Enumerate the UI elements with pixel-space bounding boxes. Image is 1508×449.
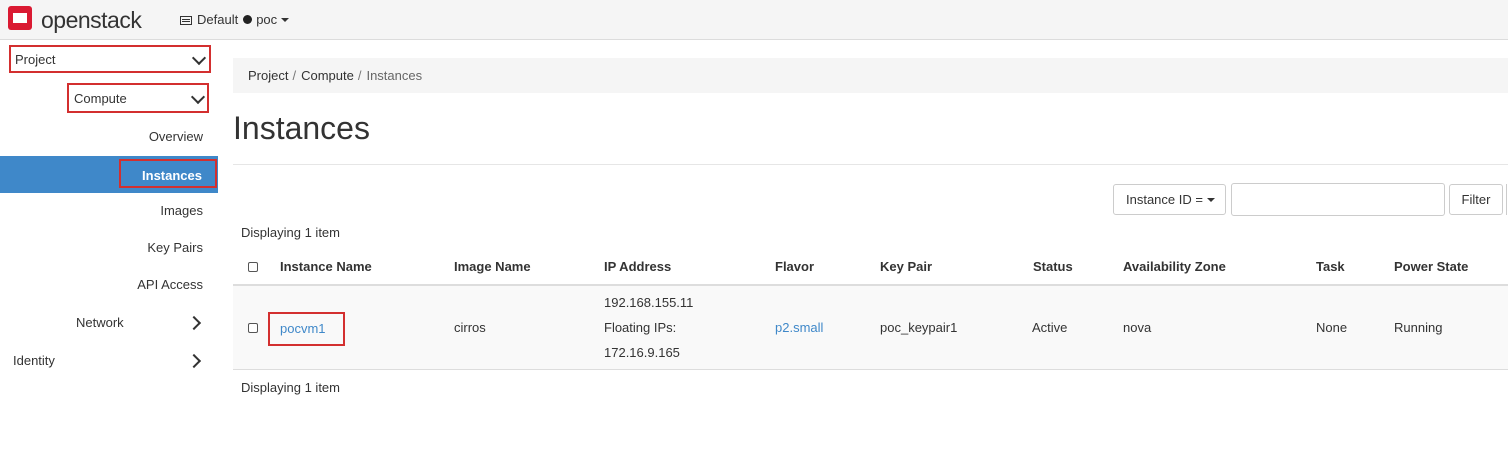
openstack-logo-icon: [8, 6, 32, 30]
filter-button[interactable]: Filter: [1449, 184, 1503, 215]
title-divider: [233, 164, 1508, 165]
chevron-right-icon: [186, 315, 202, 331]
sidebar-compute-label: Compute: [74, 91, 127, 106]
chevron-right-icon: [186, 353, 202, 369]
sidebar-network-label: Network: [76, 315, 124, 330]
column-header-power-state[interactable]: Power State: [1394, 259, 1468, 274]
column-header-task[interactable]: Task: [1316, 259, 1345, 274]
sidebar-item-key-pairs[interactable]: Key Pairs: [147, 240, 203, 255]
cell-key-pair: poc_keypair1: [880, 320, 958, 335]
breadcrumb-current: Instances: [366, 68, 423, 83]
sidebar-identity-label: Identity: [13, 353, 55, 368]
column-header-image-name[interactable]: Image Name: [454, 259, 531, 274]
cell-status: Active: [1032, 320, 1068, 335]
column-header-instance-name[interactable]: Instance Name: [280, 259, 372, 274]
filter-field-label: Instance ID =: [1126, 192, 1203, 207]
column-header-flavor[interactable]: Flavor: [775, 259, 814, 274]
instance-name-link[interactable]: pocvm1: [268, 312, 345, 346]
column-header-availability-zone[interactable]: Availability Zone: [1123, 259, 1226, 274]
brand-name: openstack: [41, 7, 142, 33]
sidebar: Project Compute Overview Instances Image…: [0, 40, 218, 449]
table-row-divider: [233, 369, 1508, 370]
sidebar-project-label: Project: [15, 52, 56, 67]
filter-field-dropdown[interactable]: Instance ID =: [1113, 184, 1226, 215]
top-navbar: openstack Default poc: [0, 0, 1508, 40]
sidebar-item-instances-label: Instances: [142, 168, 202, 183]
sidebar-compute-toggle[interactable]: Compute: [67, 83, 209, 113]
sidebar-item-instances[interactable]: Instances: [119, 159, 217, 188]
display-count-bottom: Displaying 1 item: [241, 380, 340, 395]
sidebar-item-images[interactable]: Images: [160, 203, 203, 218]
display-count-top: Displaying 1 item: [241, 225, 340, 240]
caret-down-icon: [1206, 198, 1215, 202]
cell-floating-ips-label: Floating IPs:: [604, 320, 677, 335]
cell-ip-address: 192.168.155.11: [604, 295, 694, 310]
domain-name: Default: [197, 12, 239, 27]
column-header-key-pair[interactable]: Key Pair: [880, 259, 932, 274]
cell-power-state: Running: [1394, 320, 1443, 335]
row-select-checkbox[interactable]: [248, 323, 258, 333]
instance-name-text: pocvm1: [280, 321, 326, 336]
cell-flavor-link[interactable]: p2.small: [775, 320, 823, 335]
project-context-dropdown[interactable]: Default poc: [180, 12, 290, 27]
filter-input[interactable]: [1231, 183, 1445, 216]
cell-floating-ip: 172.16.9.165: [604, 345, 680, 360]
sidebar-item-api-access[interactable]: API Access: [137, 277, 203, 292]
cell-availability-zone: nova: [1123, 320, 1152, 335]
separator-dot-icon: [243, 15, 253, 24]
cell-task: None: [1316, 320, 1348, 335]
cell-image-name: cirros: [454, 320, 486, 335]
sidebar-project-toggle[interactable]: Project: [9, 45, 211, 73]
column-header-ip-address[interactable]: IP Address: [604, 259, 671, 274]
breadcrumb: Project / Compute / Instances: [233, 58, 1508, 93]
project-name: poc: [256, 12, 278, 27]
chevron-down-icon: [191, 50, 207, 66]
select-all-checkbox[interactable]: [248, 262, 258, 272]
breadcrumb-project[interactable]: Project: [248, 68, 288, 83]
page-title: Instances: [233, 110, 370, 146]
domain-icon: [180, 16, 192, 25]
openstack-logo[interactable]: openstack: [8, 6, 158, 34]
chevron-down-icon: [190, 89, 206, 105]
caret-down-icon: [281, 18, 290, 22]
column-header-status[interactable]: Status: [1033, 259, 1073, 274]
sidebar-item-overview[interactable]: Overview: [149, 129, 203, 144]
breadcrumb-compute[interactable]: Compute: [301, 68, 354, 83]
